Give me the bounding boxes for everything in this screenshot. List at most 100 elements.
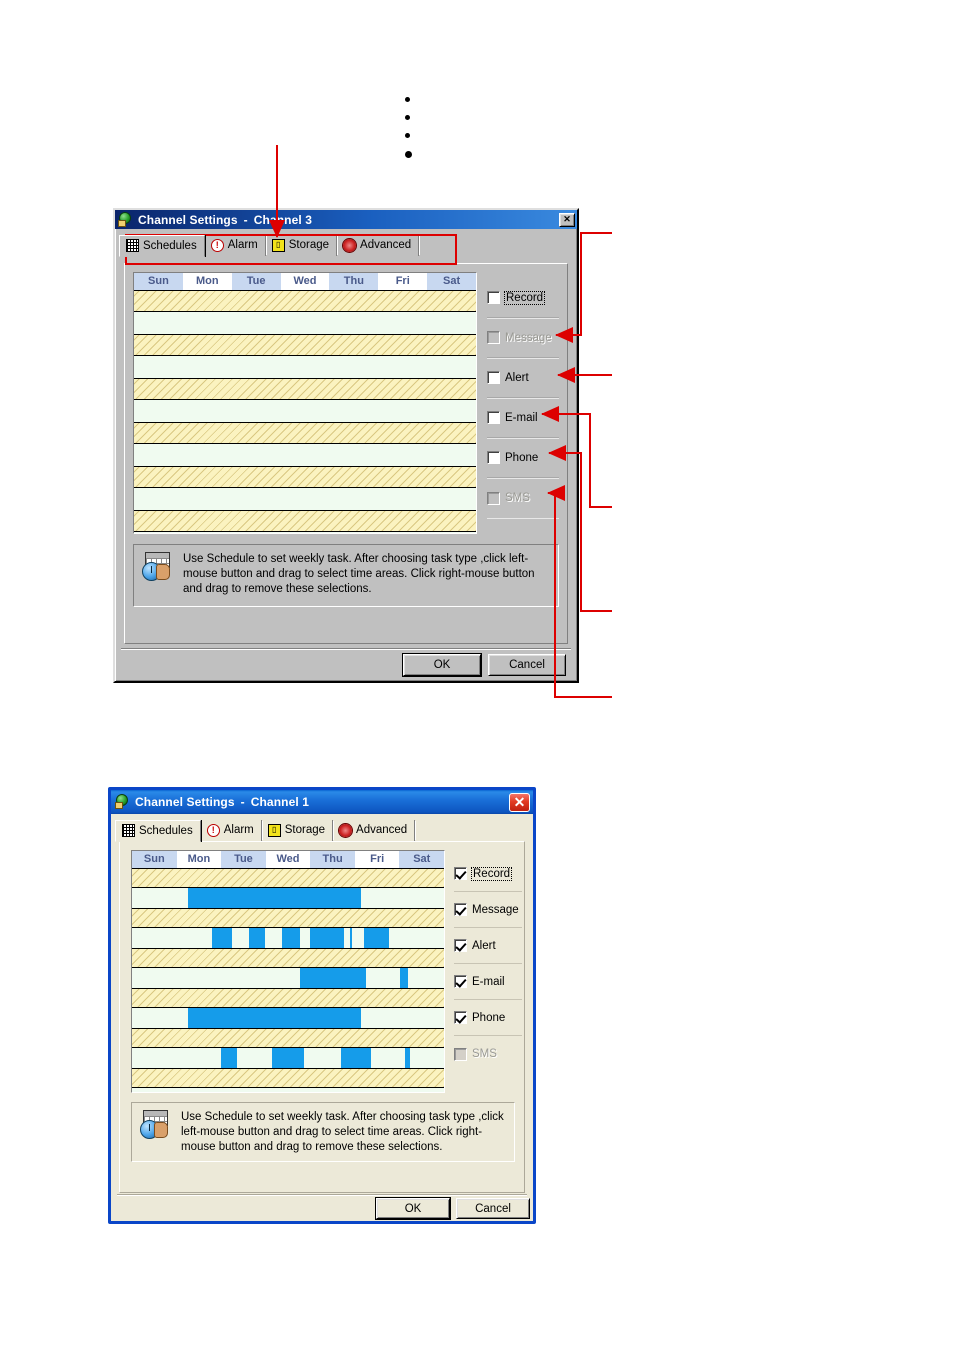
advanced-icon [343,238,357,252]
tab-advanced-label: Advanced [356,824,408,836]
window-title: Channel Settings - Channel 3 [138,213,312,227]
schedule-row-empty[interactable] [132,1088,444,1092]
schedule-row-email[interactable] [134,444,476,466]
tab-schedules-label: Schedules [143,239,197,252]
day-header-mon: Mon [176,851,222,868]
schedule-selection-block[interactable] [300,968,366,988]
footer-divider [121,648,571,650]
tab-schedules[interactable]: Schedules [119,235,205,257]
checkbox-row-record[interactable]: Record [487,278,559,318]
task-type-list[interactable]: Record Message Alert E-mail Phone SMS [487,278,559,518]
schedule-selection-block[interactable] [350,928,353,948]
tab-schedules[interactable]: Schedules [115,820,201,842]
schedule-row-email[interactable] [132,1008,444,1028]
tab-advanced[interactable]: Advanced [333,820,416,841]
ok-button[interactable]: OK [402,653,482,677]
email-label: E-mail [505,411,538,424]
schedule-selection-block[interactable] [188,888,362,908]
schedule-grid-body[interactable] [134,290,476,533]
tab-strip[interactable]: Schedules ! Alarm ▯ Storage Advanced [115,234,577,257]
channel-settings-dialog-2[interactable]: Channel Settings - Channel 1 ✕ Schedules !… [108,787,536,1224]
phone-label: Phone [472,1011,506,1024]
schedule-selection-block[interactable] [272,1048,304,1068]
schedule-row-phone[interactable] [132,1048,444,1068]
phone-checkbox[interactable] [454,1011,467,1024]
schedule-selection-block[interactable] [249,928,265,948]
alert-checkbox[interactable] [487,371,500,384]
record-checkbox[interactable] [487,291,500,304]
cancel-button[interactable]: Cancel [488,654,566,676]
message-checkbox[interactable] [454,903,467,916]
grid-icon [126,239,139,252]
email-checkbox[interactable] [454,975,467,988]
schedule-grid-body[interactable] [132,868,444,1092]
channel-settings-dialog-1[interactable]: Channel Settings - Channel 3 ✕ Schedules !… [113,208,579,683]
tab-strip[interactable]: Schedules ! Alarm ▯ Storage Advanced [111,819,533,842]
schedule-row-record[interactable] [134,312,476,334]
bullet-item [405,151,412,158]
schedule-selection-block[interactable] [188,1008,362,1028]
checkbox-row-message[interactable]: Message [487,318,559,358]
checkbox-row-phone[interactable]: Phone [487,438,559,478]
schedule-selection-block[interactable] [211,928,232,948]
checkbox-row-alert[interactable]: Alert [454,928,522,964]
day-header-wed: Wed [265,851,311,868]
schedule-grid[interactable]: Sun Mon Tue Wed Thu Fri Sat [133,272,477,534]
record-checkbox[interactable] [454,867,467,880]
alert-label: Alert [505,371,529,384]
schedule-selection-block[interactable] [400,968,409,988]
tab-storage[interactable]: ▯ Storage [266,235,338,256]
alarm-icon: ! [210,238,224,252]
help-text: Use Schedule to set weekly task. After c… [183,553,535,595]
day-header-sun: Sun [132,851,177,868]
schedules-tab-page: Sun Mon Tue Wed Thu Fri Sat Record Messa… [124,263,568,644]
phone-checkbox[interactable] [487,451,500,464]
checkbox-row-sms: SMS [454,1036,522,1072]
close-icon[interactable]: ✕ [509,792,530,812]
schedule-row-phone[interactable] [134,488,476,510]
schedule-row-alert[interactable] [132,968,444,988]
tab-alarm[interactable]: ! Alarm [205,235,266,256]
schedule-row-record[interactable] [132,888,444,908]
schedule-row-message[interactable] [132,928,444,948]
schedule-selection-block[interactable] [220,1048,237,1068]
tab-alarm[interactable]: ! Alarm [201,820,262,841]
storage-icon: ▯ [271,238,285,252]
storage-icon: ▯ [267,823,281,837]
task-type-list[interactable]: Record Message Alert E-mail Phone SMS [454,856,522,1072]
title-bar[interactable]: Channel Settings - Channel 3 ✕ [115,210,577,229]
tab-storage-label: Storage [288,239,330,251]
schedule-selection-block[interactable] [281,928,301,948]
schedule-selection-block[interactable] [364,928,390,948]
checkbox-row-record[interactable]: Record [454,856,522,892]
schedule-help-icon [140,1110,172,1141]
sms-label: SMS [472,1048,497,1060]
schedule-selection-block[interactable] [405,1048,410,1068]
title-bar[interactable]: Channel Settings - Channel 1 ✕ [111,790,533,814]
checkbox-row-email[interactable]: E-mail [454,964,522,1000]
checkbox-row-message[interactable]: Message [454,892,522,928]
email-checkbox[interactable] [487,411,500,424]
day-header-thu: Thu [310,851,355,868]
checkbox-row-alert[interactable]: Alert [487,358,559,398]
cancel-button[interactable]: Cancel [456,1198,530,1219]
schedule-row-message[interactable] [134,356,476,378]
schedule-selection-block[interactable] [309,928,345,948]
schedule-row-divider [134,378,476,400]
close-icon[interactable]: ✕ [559,212,575,227]
schedule-grid[interactable]: Sun Mon Tue Wed Thu Fri Sat [131,850,445,1093]
tab-storage[interactable]: ▯ Storage [262,820,334,841]
schedule-selection-block[interactable] [341,1048,371,1068]
checkbox-row-email[interactable]: E-mail [487,398,559,438]
schedule-row-alert[interactable] [134,400,476,422]
ok-button[interactable]: OK [375,1197,451,1220]
advanced-icon [339,823,353,837]
alert-label: Alert [472,939,496,952]
schedule-row-divider [132,1068,444,1088]
checkbox-row-phone[interactable]: Phone [454,1000,522,1036]
alarm-icon: ! [206,823,220,837]
alert-checkbox[interactable] [454,939,467,952]
window-title-app: Channel Settings [135,795,235,809]
tab-advanced[interactable]: Advanced [337,235,420,256]
app-icon [118,211,134,228]
